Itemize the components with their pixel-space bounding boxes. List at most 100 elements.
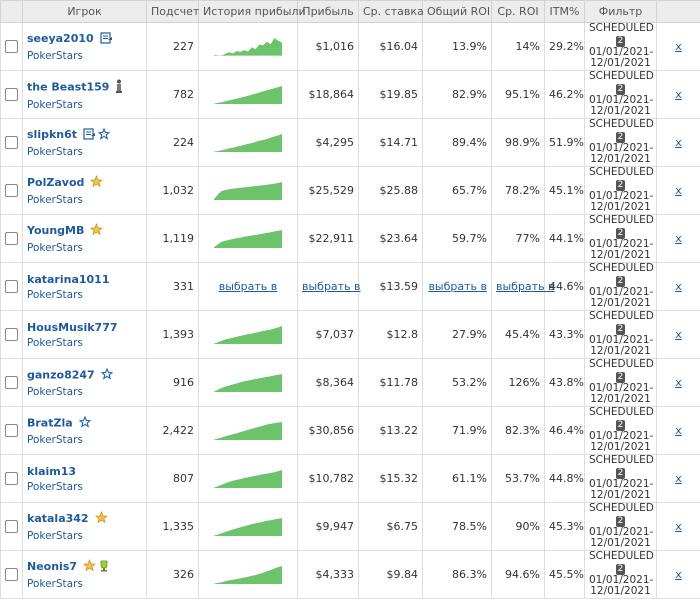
remove-button[interactable]: x: [675, 568, 682, 581]
select-link[interactable]: выбрать в: [219, 280, 278, 293]
player-name[interactable]: PolZavod: [27, 176, 84, 189]
player-network: PokerStars: [27, 481, 142, 493]
player-name[interactable]: klaim13: [27, 465, 76, 478]
row-checkbox[interactable]: [5, 280, 18, 293]
remove-button[interactable]: x: [675, 376, 682, 389]
header-itm[interactable]: ITM%: [545, 1, 585, 23]
select-link[interactable]: выбрать в: [496, 280, 555, 293]
remove-button[interactable]: x: [675, 184, 682, 197]
row-checkbox[interactable]: [5, 472, 18, 485]
itm-cell: 46.2%: [545, 71, 585, 119]
header-player[interactable]: Игрок: [23, 1, 147, 23]
header-avg-stake[interactable]: Ср. ставка: [359, 1, 423, 23]
remove-button[interactable]: x: [675, 520, 682, 533]
profit-history-cell: [199, 407, 298, 455]
figure-icon: [115, 79, 123, 96]
filter-range-end: 12/01/2021: [589, 58, 652, 70]
total-roi-cell: 61.1%: [423, 455, 492, 503]
player-name[interactable]: katarina1011: [27, 273, 109, 286]
sparkline-area: [214, 566, 282, 584]
avg-stake-cell: $6.75: [359, 503, 423, 551]
remove-button[interactable]: x: [675, 40, 682, 53]
remove-button[interactable]: x: [675, 136, 682, 149]
remove-button[interactable]: x: [675, 472, 682, 485]
player-name[interactable]: YoungMB: [27, 224, 84, 237]
row-checkbox[interactable]: [5, 520, 18, 533]
row-checkbox[interactable]: [5, 40, 18, 53]
profit-cell: $8,364: [298, 359, 359, 407]
row-checkbox[interactable]: [5, 568, 18, 581]
remove-cell: x: [657, 455, 700, 503]
filter-range-end: 12/01/2021: [589, 490, 652, 502]
player-name[interactable]: seeya2010: [27, 32, 94, 45]
player-cell: HousMusik777 PokerStars: [23, 311, 147, 359]
note-icon: [100, 31, 113, 47]
select-link[interactable]: выбрать в: [302, 280, 361, 293]
player-network: PokerStars: [27, 194, 142, 206]
filter-range-end: 12/01/2021: [589, 346, 652, 358]
player-name[interactable]: the Beast159: [27, 80, 109, 93]
profit-history-cell: [199, 455, 298, 503]
player-name[interactable]: HousMusik777: [27, 321, 118, 334]
remove-button[interactable]: x: [675, 88, 682, 101]
profit-sparkline: [214, 182, 282, 200]
avg-roi-cell: 14%: [492, 23, 545, 71]
profit-history-cell: [199, 215, 298, 263]
itm-cell: 29.2%: [545, 23, 585, 71]
select-link[interactable]: выбрать в: [428, 280, 487, 293]
player-cell: katarina1011 PokerStars: [23, 263, 147, 311]
table-row: katarina1011 PokerStars 331 выбрать в вы…: [1, 263, 700, 311]
remove-button[interactable]: x: [675, 328, 682, 341]
player-network: PokerStars: [27, 337, 142, 349]
player-name[interactable]: katala342: [27, 512, 89, 525]
filter-status: SCHEDULED: [589, 311, 652, 323]
remove-button[interactable]: x: [675, 424, 682, 437]
player-cell: YoungMB PokerStars: [23, 215, 147, 263]
header-profit[interactable]: Прибыль: [298, 1, 359, 23]
player-cell: seeya2010 PokerStars: [23, 23, 147, 71]
row-checkbox[interactable]: [5, 184, 18, 197]
filter-range-end: 12/01/2021: [589, 154, 652, 166]
header-profit-history[interactable]: История прибыли: [199, 1, 298, 23]
player-cell: katala342 PokerStars: [23, 503, 147, 551]
row-checkbox[interactable]: [5, 328, 18, 341]
header-count[interactable]: Подсчет: [147, 1, 199, 23]
remove-button[interactable]: x: [675, 232, 682, 245]
row-checkbox-cell: [1, 71, 23, 119]
row-checkbox-cell: [1, 551, 23, 599]
avg-roi-cell: 77%: [492, 215, 545, 263]
filter-cell: SCHEDULED 2 01/01/2021- 12/01/2021: [585, 503, 657, 551]
profit-sparkline: [214, 518, 282, 536]
row-checkbox[interactable]: [5, 376, 18, 389]
row-checkbox-cell: [1, 359, 23, 407]
remove-button[interactable]: x: [675, 280, 682, 293]
avg-stake-cell: $13.22: [359, 407, 423, 455]
player-name[interactable]: BratZla: [27, 416, 73, 429]
player-name[interactable]: ganzo8247: [27, 368, 95, 381]
avg-roi-cell: 94.6%: [492, 551, 545, 599]
count-cell: 1,393: [147, 311, 199, 359]
count-cell: 2,422: [147, 407, 199, 455]
header-total-roi[interactable]: Общий ROI: [423, 1, 492, 23]
total-roi-cell: 86.3%: [423, 551, 492, 599]
itm-cell: 44.8%: [545, 455, 585, 503]
count-cell: 807: [147, 455, 199, 503]
player-name[interactable]: Neonis7: [27, 560, 77, 573]
row-checkbox[interactable]: [5, 136, 18, 149]
avg-stake-cell: $9.84: [359, 551, 423, 599]
table-header: Игрок Подсчет История прибыли Прибыль Ср…: [1, 1, 700, 23]
row-checkbox[interactable]: [5, 424, 18, 437]
row-checkbox[interactable]: [5, 88, 18, 101]
total-roi-cell: выбрать в: [423, 263, 492, 311]
filter-range-end: 12/01/2021: [589, 394, 652, 406]
remove-cell: x: [657, 23, 700, 71]
filter-status: SCHEDULED: [589, 503, 652, 515]
total-roi-cell: 13.9%: [423, 23, 492, 71]
player-name[interactable]: slipkn6t: [27, 128, 77, 141]
header-remove: [657, 1, 700, 23]
trophy-icon: [98, 560, 110, 575]
total-roi-cell: 78.5%: [423, 503, 492, 551]
row-checkbox[interactable]: [5, 232, 18, 245]
header-avg-roi[interactable]: Ср. ROI: [492, 1, 545, 23]
player-network: PokerStars: [27, 146, 142, 158]
